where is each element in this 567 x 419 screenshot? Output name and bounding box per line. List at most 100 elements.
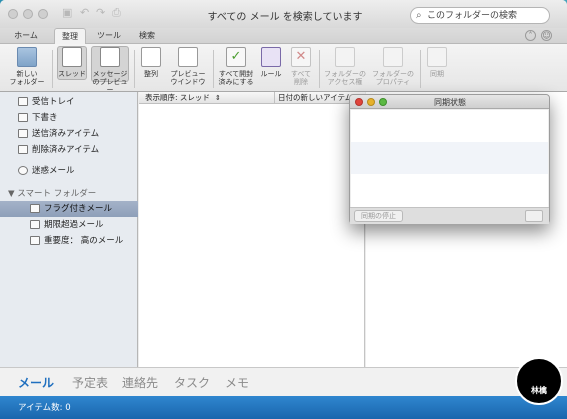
smart-folder-icon bbox=[30, 220, 40, 229]
ribbon-separator bbox=[319, 50, 320, 88]
draft-icon bbox=[18, 113, 28, 122]
message-preview-button[interactable]: メッセージ のプレビュー bbox=[91, 46, 129, 94]
thread-label: スレッド bbox=[58, 70, 86, 78]
stop-sync-button[interactable]: 同期の停止 bbox=[354, 210, 403, 222]
ribbon: 新しい フォルダー スレッド メッセージ のプレビュー 整列 プレビュー ウイン… bbox=[0, 44, 567, 94]
inbox-icon bbox=[18, 97, 28, 106]
preview-window-label: プレビュー ウインドウ bbox=[170, 70, 206, 86]
tab-tools[interactable]: ツール bbox=[94, 28, 124, 44]
junk-icon bbox=[18, 166, 28, 175]
ribbon-separator bbox=[134, 50, 135, 88]
sidebar-item-junk[interactable]: 迷惑メール bbox=[0, 163, 138, 179]
ribbon-separator bbox=[420, 50, 421, 88]
ribbon-separator bbox=[52, 50, 53, 88]
tab-search[interactable]: 検索 bbox=[132, 28, 162, 44]
disclosure-triangle-icon[interactable]: ▼ bbox=[8, 189, 15, 199]
feedback-icon[interactable]: ☺ bbox=[541, 30, 552, 41]
collapse-ribbon-icon[interactable]: ˄ bbox=[525, 30, 536, 41]
nav-tasks[interactable]: タスク bbox=[174, 374, 210, 391]
new-folder-button[interactable]: 新しい フォルダー bbox=[8, 47, 46, 86]
arrange-button[interactable]: 整列 bbox=[138, 47, 164, 78]
open-icon[interactable]: ▣ bbox=[62, 7, 76, 19]
arrange-label: 整列 bbox=[144, 70, 158, 78]
folder-properties-label: フォルダーの プロパティ bbox=[372, 70, 414, 86]
list-item bbox=[351, 174, 548, 206]
delete-all-icon: ✕ bbox=[291, 47, 311, 67]
close-window-button[interactable] bbox=[8, 9, 18, 19]
folder-sidebar: 受信トレイ 下書き 送信済みアイテム 削除済みアイテム 迷惑メール ▼ スマート… bbox=[0, 92, 138, 367]
sidebar-item-inbox[interactable]: 受信トレイ bbox=[0, 94, 138, 110]
sync-label: 同期 bbox=[430, 70, 444, 78]
smart-folders-header[interactable]: ▼ スマート フォルダー bbox=[8, 187, 96, 199]
delete-all-button[interactable]: ✕ すべて 削除 bbox=[288, 47, 314, 86]
tab-home[interactable]: ホーム bbox=[10, 28, 42, 44]
item-count: アイテム数: 0 bbox=[18, 403, 71, 413]
minimize-panel-button[interactable] bbox=[367, 98, 375, 106]
folder-access-button[interactable]: フォルダーの アクセス権 bbox=[323, 47, 367, 86]
sidebar-item-flagged[interactable]: フラグ付きメール bbox=[0, 201, 138, 217]
smart-folder-icon bbox=[30, 204, 40, 213]
new-folder-icon bbox=[17, 47, 37, 67]
rules-button[interactable]: ルール bbox=[258, 47, 284, 78]
message-list[interactable]: 表示順序: スレッド ⇕ 日付の新しいアイテム bbox=[139, 92, 365, 367]
nav-notes[interactable]: メモ bbox=[225, 374, 249, 391]
minimize-window-button[interactable] bbox=[23, 9, 33, 19]
sync-status-panel: 同期状態 同期の停止 bbox=[349, 94, 550, 224]
sync-panel-footer: 同期の停止 bbox=[350, 207, 549, 224]
search-box[interactable]: ⌕ bbox=[410, 7, 550, 24]
sort-arrow-icon[interactable]: ⇕ bbox=[215, 92, 221, 104]
mark-read-icon: ✓ bbox=[226, 47, 246, 67]
rules-label: ルール bbox=[260, 70, 282, 78]
ribbon-separator bbox=[213, 50, 214, 88]
sort-by-label[interactable]: 表示順序: スレッド bbox=[145, 92, 210, 104]
new-folder-label: 新しい フォルダー bbox=[9, 70, 45, 86]
sync-icon bbox=[427, 47, 447, 67]
watermark-text: 林檎 bbox=[531, 386, 547, 395]
arrange-icon bbox=[141, 47, 161, 67]
sent-icon bbox=[18, 129, 28, 138]
delete-all-label: すべて 削除 bbox=[290, 70, 312, 86]
folder-properties-button[interactable]: フォルダーの プロパティ bbox=[371, 47, 415, 86]
close-panel-button[interactable] bbox=[355, 98, 363, 106]
folder-properties-icon bbox=[383, 47, 403, 67]
sync-panel-title: 同期状態 bbox=[434, 98, 466, 107]
sync-list bbox=[351, 110, 548, 207]
smart-folder-icon bbox=[30, 236, 40, 245]
list-item bbox=[351, 110, 548, 142]
sidebar-item-deleted[interactable]: 削除済みアイテム bbox=[0, 142, 138, 158]
nav-contacts[interactable]: 連絡先 bbox=[122, 374, 158, 391]
message-preview-label: メッセージ のプレビュー bbox=[92, 70, 128, 94]
preview-window-icon bbox=[178, 47, 198, 67]
trash-icon bbox=[18, 145, 28, 154]
bottom-navigation: メール 予定表 連絡先 タスク メモ bbox=[0, 367, 567, 396]
search-icon: ⌕ bbox=[416, 10, 422, 21]
undo-icon[interactable]: ↶ bbox=[80, 7, 94, 19]
message-preview-icon bbox=[100, 47, 120, 67]
thread-button[interactable]: スレッド bbox=[57, 46, 87, 80]
mark-all-read-button[interactable]: ✓ すべて開封 済みにする bbox=[216, 47, 256, 86]
zoom-panel-button[interactable] bbox=[379, 98, 387, 106]
tab-organize[interactable]: 整理 bbox=[54, 28, 86, 45]
sync-details-toggle[interactable] bbox=[525, 210, 543, 222]
redo-icon[interactable]: ↷ bbox=[96, 7, 110, 19]
mark-all-read-label: すべて開封 済みにする bbox=[218, 70, 254, 86]
zoom-window-button[interactable] bbox=[38, 9, 48, 19]
title-bar: ▣ ↶ ↷ ⎙ すべての メール を検索しています ⌕ bbox=[0, 0, 567, 28]
sidebar-item-sent[interactable]: 送信済みアイテム bbox=[0, 126, 138, 142]
preview-window-button[interactable]: プレビュー ウインドウ bbox=[168, 47, 208, 86]
nav-calendar[interactable]: 予定表 bbox=[72, 374, 108, 391]
sidebar-item-overdue[interactable]: 期限超過メール bbox=[0, 217, 138, 233]
sync-panel-title-bar: 同期状態 bbox=[350, 95, 549, 109]
list-item bbox=[351, 142, 548, 174]
message-list-header: 表示順序: スレッド ⇕ 日付の新しいアイテム bbox=[139, 92, 365, 104]
sort-column-label[interactable]: 日付の新しいアイテム bbox=[274, 92, 352, 104]
nav-mail[interactable]: メール bbox=[18, 374, 54, 391]
search-input[interactable] bbox=[427, 9, 545, 22]
ribbon-tabs: ホーム 整理 ツール 検索 ˄ ☺ bbox=[0, 28, 567, 45]
print-icon[interactable]: ⎙ bbox=[112, 7, 126, 19]
folder-access-label: フォルダーの アクセス権 bbox=[324, 70, 366, 86]
watermark-badge: 林檎 bbox=[515, 357, 563, 405]
sidebar-item-drafts[interactable]: 下書き bbox=[0, 110, 138, 126]
sidebar-item-high-importance[interactable]: 重要度： 高のメール bbox=[0, 233, 138, 249]
sync-button[interactable]: 同期 bbox=[424, 47, 450, 78]
